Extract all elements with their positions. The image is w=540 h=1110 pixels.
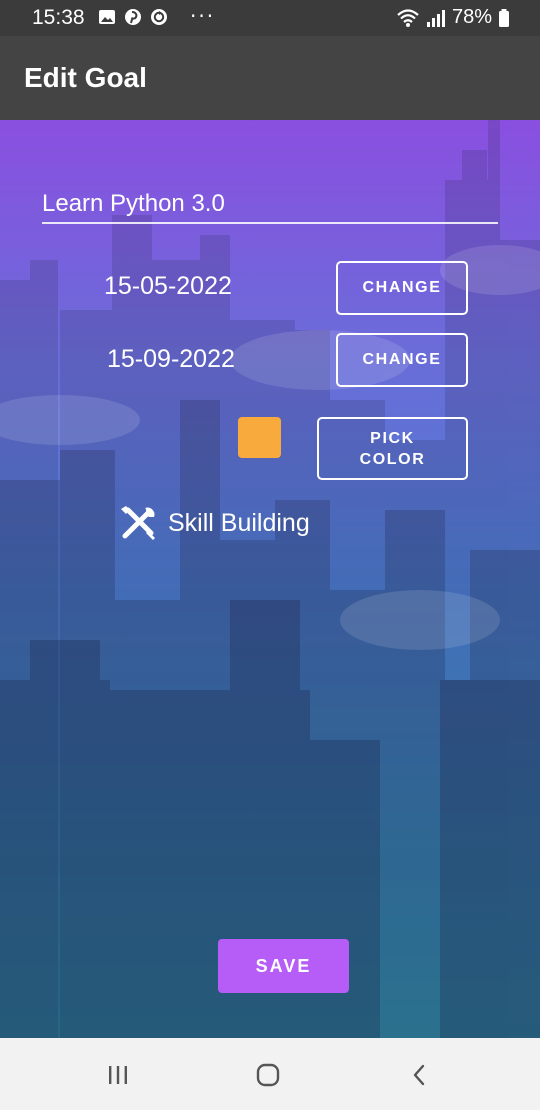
pick-color-button[interactable]: PICK COLOR [317, 417, 468, 480]
tools-icon [121, 506, 155, 540]
recent-apps-button[interactable] [98, 1060, 138, 1090]
gallery-icon [99, 10, 115, 24]
pick-color-label-line1: PICK [370, 429, 415, 447]
save-button[interactable]: SAVE [218, 939, 349, 993]
pick-color-label-line2: COLOR [359, 450, 426, 468]
goal-title-input[interactable] [42, 186, 498, 224]
status-icons-left [98, 8, 168, 26]
status-time: 15:38 [32, 6, 85, 29]
selected-color-swatch [238, 417, 281, 458]
app-bar: Edit Goal [0, 36, 540, 120]
signal-icon [426, 9, 445, 27]
back-icon [413, 1064, 425, 1086]
page-title: Edit Goal [24, 62, 147, 93]
status-icons-right: 78% [396, 6, 510, 29]
system-nav-bar [0, 1038, 540, 1110]
start-date-label: 15-05-2022 [104, 272, 232, 300]
status-bar: 15:38 ··· 78% [0, 0, 540, 36]
recent-apps-icon [109, 1066, 127, 1084]
change-end-date-button[interactable]: CHANGE [336, 333, 468, 387]
sync-icon [151, 9, 167, 25]
home-button[interactable] [248, 1060, 288, 1090]
wifi-icon [397, 8, 419, 27]
end-date-label: 15-09-2022 [107, 345, 235, 373]
category-label: Skill Building [168, 509, 310, 537]
battery-percent: 78% [451, 6, 492, 28]
back-button[interactable] [400, 1060, 440, 1090]
pinterest-icon [125, 9, 141, 25]
home-icon [256, 1063, 280, 1087]
battery-icon [499, 8, 509, 27]
change-start-date-button[interactable]: CHANGE [336, 261, 468, 315]
edit-goal-content [0, 120, 540, 1038]
more-icon: ··· [190, 4, 216, 28]
city-skyline-background [0, 120, 540, 1038]
